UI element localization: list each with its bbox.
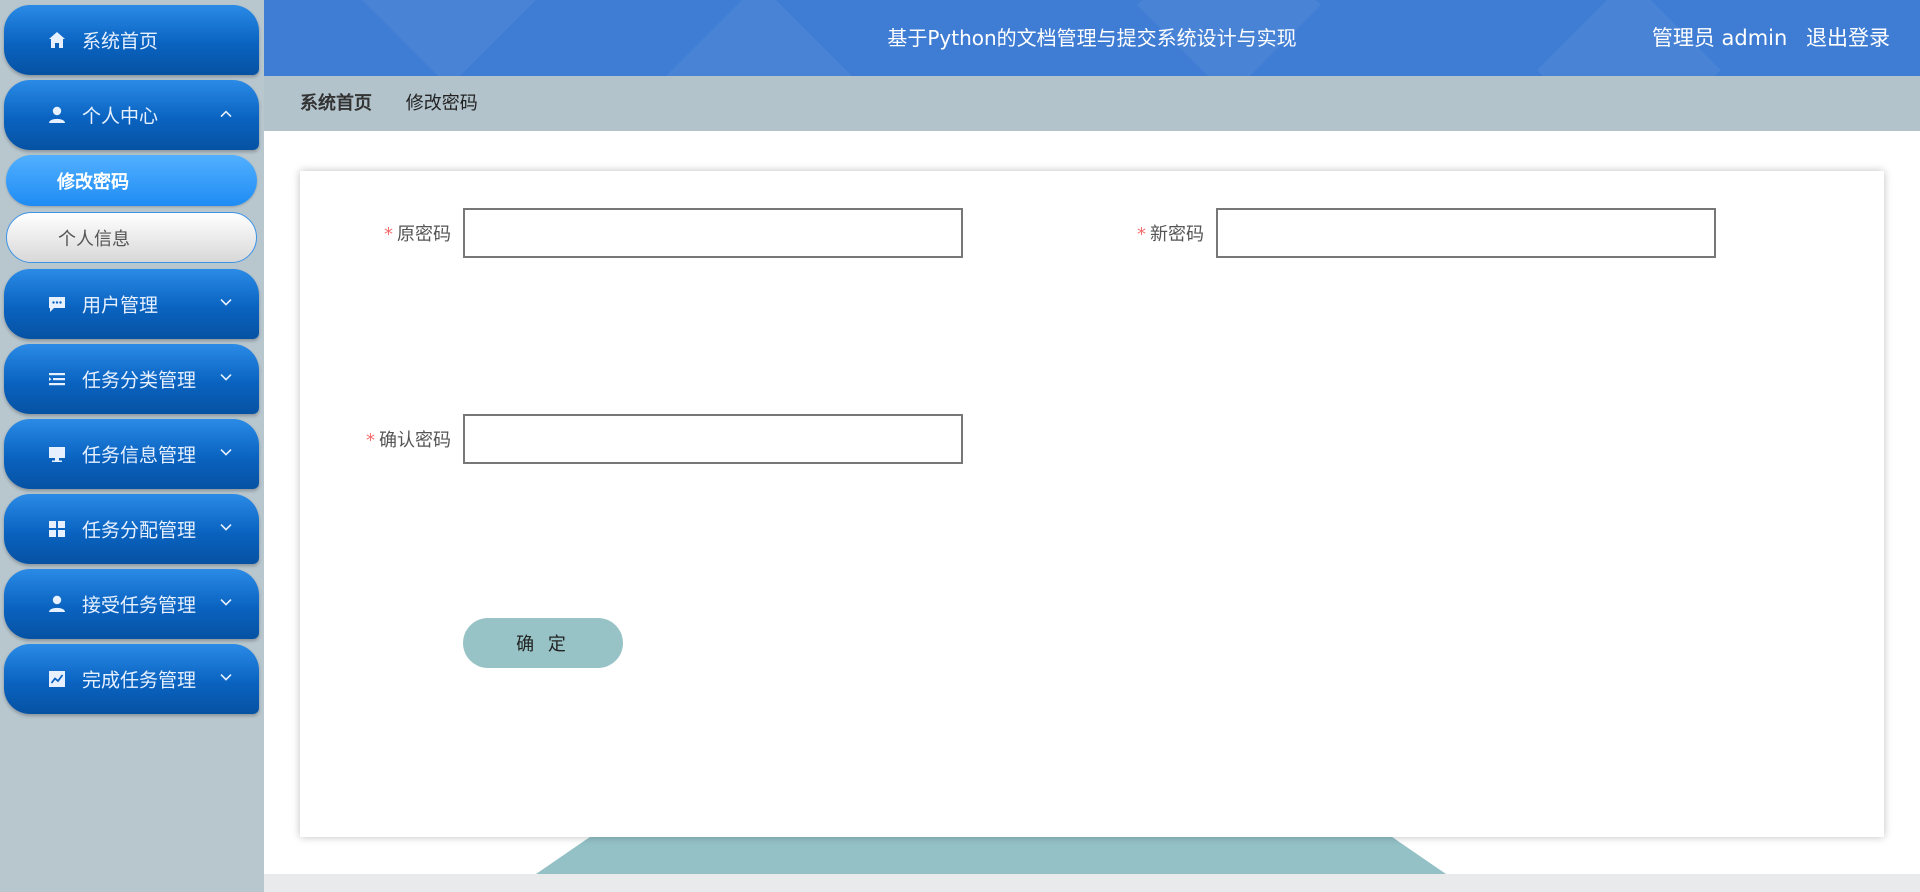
old-password-input[interactable] — [463, 208, 963, 258]
sidebar-item-complete-task[interactable]: 完成任务管理 — [4, 644, 259, 714]
sidebar-item-label: 用户管理 — [82, 294, 159, 317]
sidebar-item-accept-task[interactable]: 接受任务管理 — [4, 569, 259, 639]
sidebar-item-label: 个人中心 — [82, 105, 159, 128]
sidebar-item-label: 任务分配管理 — [82, 519, 197, 542]
logout-button[interactable]: 退出登录 — [1806, 26, 1890, 50]
user-icon — [44, 102, 70, 128]
sidebar-subitem-personal-info[interactable]: 个人信息 — [6, 212, 257, 263]
sidebar-subitem-change-password[interactable]: 修改密码 — [6, 155, 257, 206]
chat-icon — [44, 291, 70, 317]
chevron-down-icon — [219, 446, 233, 460]
sidebar-item-task-category[interactable]: 任务分类管理 — [4, 344, 259, 414]
sidebar-item-label: 系统首页 — [82, 30, 159, 53]
required-mark: * — [1137, 224, 1146, 245]
chevron-down-icon — [219, 521, 233, 535]
sidebar-item-home[interactable]: 系统首页 — [4, 5, 259, 75]
chart-icon — [44, 666, 70, 692]
sidebar-item-label: 完成任务管理 — [82, 669, 197, 692]
sidebar: 系统首页 个人中心 修改密码 个人信息 用户管理 任务分类管理 任务信息管理 任… — [0, 0, 264, 892]
chevron-up-icon — [219, 107, 233, 121]
bottom-band — [264, 874, 1920, 892]
sidebar-item-label: 任务分类管理 — [82, 369, 197, 392]
old-password-row: * 原密码 — [317, 208, 963, 258]
confirm-password-label: * 确认密码 — [366, 430, 451, 451]
breadcrumb-current: 修改密码 — [405, 93, 478, 114]
breadcrumb-bar: 系统首页 修改密码 — [264, 76, 1920, 131]
list-icon — [44, 366, 70, 392]
chevron-down-icon — [219, 671, 233, 685]
confirm-password-row: * 确认密码 — [317, 414, 963, 464]
required-mark: * — [384, 224, 393, 245]
change-password-form: * 原密码 * 新密码 * 确认密码 确 定 — [300, 171, 1884, 837]
home-icon — [44, 27, 70, 53]
user-icon — [44, 591, 70, 617]
old-password-label: * 原密码 — [384, 224, 451, 245]
admin-user-label[interactable]: 管理员 admin — [1652, 26, 1787, 50]
sidebar-subitem-label: 个人信息 — [58, 228, 130, 250]
sidebar-item-task-info[interactable]: 任务信息管理 — [4, 419, 259, 489]
chevron-down-icon — [219, 596, 233, 610]
top-header: 基于Python的文档管理与提交系统设计与实现 管理员 admin 退出登录 — [264, 0, 1920, 76]
breadcrumb-home[interactable]: 系统首页 — [300, 93, 372, 114]
sidebar-item-label: 任务信息管理 — [82, 444, 197, 467]
monitor-icon — [44, 441, 70, 467]
breadcrumb: 系统首页 修改密码 — [300, 76, 478, 131]
confirm-password-input[interactable] — [463, 414, 963, 464]
sidebar-subitem-label: 修改密码 — [57, 171, 129, 193]
required-mark: * — [366, 430, 375, 451]
main-content: * 原密码 * 新密码 * 确认密码 确 定 — [264, 131, 1920, 892]
chevron-down-icon — [219, 371, 233, 385]
grid-icon — [44, 516, 70, 542]
sidebar-item-task-assignment[interactable]: 任务分配管理 — [4, 494, 259, 564]
sidebar-item-user-management[interactable]: 用户管理 — [4, 269, 259, 339]
new-password-label: * 新密码 — [1137, 224, 1204, 245]
sidebar-item-personal-center[interactable]: 个人中心 — [4, 80, 259, 150]
new-password-input[interactable] — [1216, 208, 1716, 258]
sidebar-item-label: 接受任务管理 — [82, 594, 197, 617]
chevron-down-icon — [219, 296, 233, 310]
header-user-area: 管理员 admin 退出登录 — [1640, 0, 1890, 76]
submit-button[interactable]: 确 定 — [463, 618, 623, 668]
new-password-row: * 新密码 — [1070, 208, 1716, 258]
